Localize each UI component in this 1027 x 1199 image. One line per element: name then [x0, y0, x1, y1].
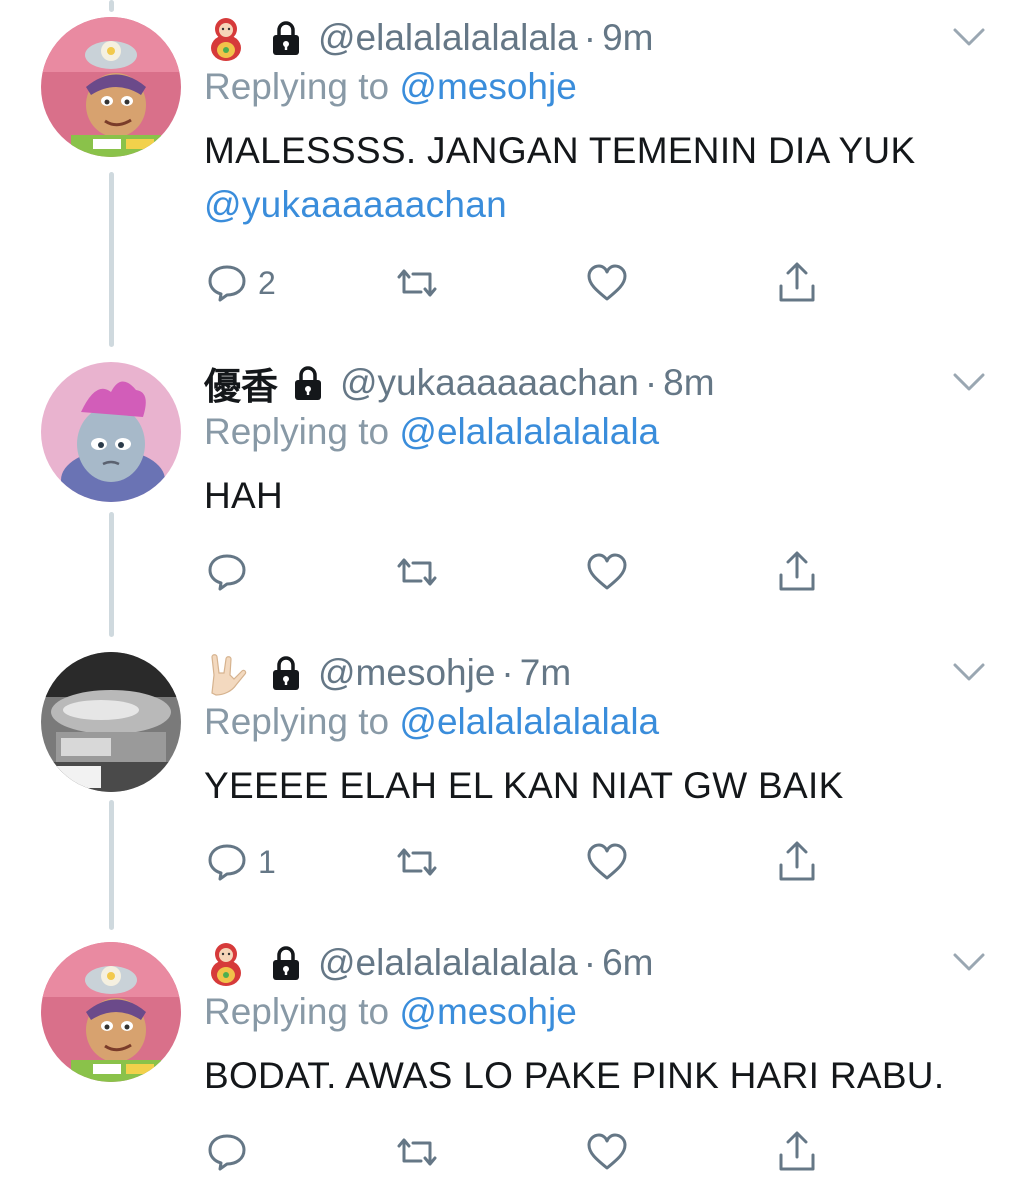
tweet-text: MALESSSS. JANGAN TEMENIN DIA YUK @yukaaa… — [204, 124, 1004, 232]
tweet[interactable]: 優香 @yukaaaaaachan · 8m Replying to @elal… — [0, 345, 1027, 630]
share-icon — [779, 262, 815, 302]
tweet-text: YEEEE ELAH EL KAN NIAT GW BAIK — [204, 759, 1004, 813]
like-button[interactable] — [584, 547, 630, 597]
retweet-button[interactable] — [394, 547, 440, 597]
retweet-button[interactable] — [394, 837, 440, 887]
reply-button[interactable]: 1 — [204, 837, 276, 887]
reply-button[interactable] — [204, 547, 250, 597]
heart-icon — [587, 843, 627, 880]
display-name[interactable]: 優香 — [204, 356, 278, 410]
tweet-actions — [204, 547, 844, 597]
chevron-down-icon[interactable] — [949, 22, 989, 52]
tweet-actions: 1 — [204, 837, 844, 887]
heart-icon — [587, 553, 627, 590]
replying-to: Replying to @mesohje — [204, 991, 577, 1033]
share-button[interactable] — [774, 547, 820, 597]
chevron-down-icon[interactable] — [949, 947, 989, 977]
user-handle[interactable]: @yukaaaaaachan — [340, 362, 639, 404]
timestamp[interactable]: 9m — [602, 17, 653, 59]
share-icon — [779, 551, 815, 591]
timestamp[interactable]: 8m — [663, 362, 714, 404]
replying-to-mention[interactable]: @elalalalalalala — [399, 411, 659, 452]
reply-button[interactable]: 2 — [204, 258, 276, 308]
avatar-image — [41, 942, 181, 1082]
lock-icon — [270, 20, 302, 56]
replying-to-label: Replying to — [204, 66, 390, 107]
tweet-text-line: HAH — [204, 475, 284, 516]
heart-icon — [587, 264, 627, 301]
like-button[interactable] — [584, 1127, 630, 1177]
avatar[interactable] — [41, 17, 181, 157]
matryoshka-doll-icon — [204, 12, 256, 64]
separator-dot: · — [501, 652, 514, 693]
reply-count: 2 — [258, 264, 276, 301]
separator-dot: · — [644, 362, 658, 403]
retweet-button[interactable] — [394, 258, 440, 308]
retweet-button[interactable] — [394, 1127, 440, 1177]
tweet-text-line: YEEEE ELAH EL KAN NIAT GW BAIK — [204, 765, 844, 806]
reply-icon — [208, 844, 246, 881]
user-handle[interactable]: @mesohje — [318, 652, 495, 694]
like-button[interactable] — [584, 258, 630, 308]
replying-to-label: Replying to — [204, 701, 390, 742]
share-button[interactable] — [774, 1127, 820, 1177]
tweet-text: HAH — [204, 469, 1004, 523]
avatar[interactable] — [41, 362, 181, 502]
tweet-actions: 2 — [204, 258, 844, 308]
lock-icon — [270, 655, 302, 691]
timestamp[interactable]: 7m — [520, 652, 571, 694]
avatar-image — [41, 362, 181, 502]
chevron-down-icon[interactable] — [949, 367, 989, 397]
replying-to: Replying to @elalalalalalala — [204, 411, 659, 453]
reply-icon — [208, 1134, 246, 1171]
share-button[interactable] — [774, 258, 820, 308]
retweet-icon — [397, 269, 437, 297]
reply-button[interactable] — [204, 1127, 250, 1177]
reply-icon — [208, 265, 246, 302]
tweet-text-line: BODAT. AWAS LO PAKE PINK HARI RABU. — [204, 1055, 945, 1096]
replying-to: Replying to @mesohje — [204, 66, 577, 108]
lock-icon — [270, 945, 302, 981]
tweet-text-line: MALESSSS. JANGAN TEMENIN DIA YUK — [204, 130, 916, 171]
replying-to-mention[interactable]: @mesohje — [399, 66, 576, 107]
reply-icon — [208, 554, 246, 591]
separator-dot: · — [583, 17, 597, 58]
user-handle[interactable]: @elalalalalalala — [318, 942, 578, 984]
replying-to-mention[interactable]: @mesohje — [399, 991, 576, 1032]
tweet-mention[interactable]: @yukaaaaaachan — [204, 178, 1004, 232]
avatar[interactable] — [41, 942, 181, 1082]
retweet-icon — [397, 1138, 437, 1166]
avatar-image — [41, 17, 181, 157]
chevron-down-icon[interactable] — [949, 657, 989, 687]
avatar-image — [41, 652, 181, 792]
share-button[interactable] — [774, 837, 820, 887]
tweet-actions — [204, 1127, 844, 1177]
tweet-text: BODAT. AWAS LO PAKE PINK HARI RABU. — [204, 1049, 1004, 1103]
retweet-icon — [397, 848, 437, 876]
share-icon — [779, 841, 815, 881]
avatar[interactable] — [41, 652, 181, 792]
matryoshka-doll-icon — [204, 937, 256, 989]
retweet-icon — [397, 558, 437, 586]
replying-to-label: Replying to — [204, 411, 390, 452]
tweet[interactable]: @mesohje · 7m Replying to @elalalalalala… — [0, 635, 1027, 920]
tweet[interactable]: @elalalalalalala · 6m Replying to @mesoh… — [0, 925, 1027, 1199]
share-icon — [779, 1131, 815, 1171]
heart-icon — [587, 1133, 627, 1170]
like-button[interactable] — [584, 837, 630, 887]
lock-icon — [292, 365, 324, 401]
replying-to: Replying to @elalalalalalala — [204, 701, 659, 743]
replying-to-label: Replying to — [204, 991, 390, 1032]
separator-dot: · — [583, 942, 597, 983]
sign-of-the-horns-icon — [204, 647, 256, 699]
replying-to-mention[interactable]: @elalalalalalala — [399, 701, 659, 742]
reply-count: 1 — [258, 843, 276, 880]
tweet[interactable]: @elalalalalalala · 9m Replying to @mesoh… — [0, 0, 1027, 302]
user-handle[interactable]: @elalalalalalala — [318, 17, 578, 59]
timestamp[interactable]: 6m — [602, 942, 653, 984]
